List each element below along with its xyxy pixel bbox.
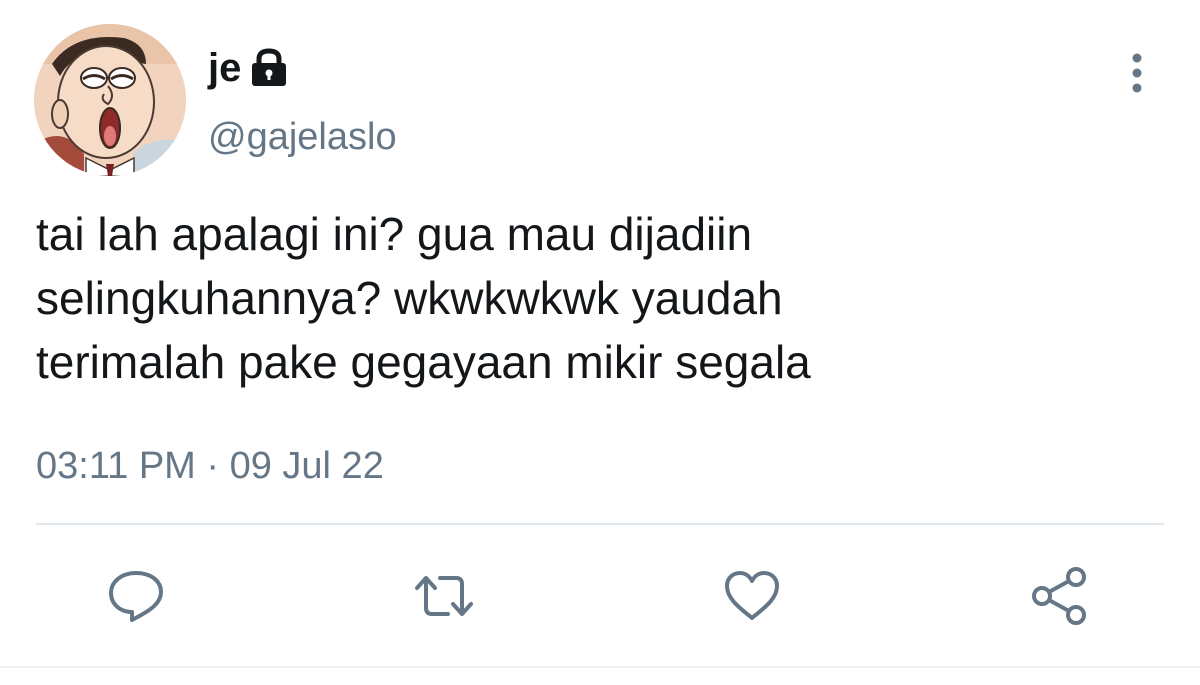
like-button[interactable] — [722, 570, 782, 626]
reply-button[interactable] — [106, 570, 166, 626]
display-name[interactable]: je — [208, 44, 241, 92]
lock-icon — [249, 48, 289, 88]
user-handle[interactable]: @gajelaslo — [208, 114, 397, 160]
tweet-card: je @gajelaslo tai lah apalagi ini? gua m… — [0, 0, 1200, 685]
reply-icon — [107, 568, 165, 629]
tweet-timestamp[interactable]: 03:11 PM · 09 Jul 22 — [36, 442, 384, 490]
avatar[interactable] — [34, 24, 186, 176]
share-button[interactable] — [1030, 566, 1090, 626]
user-name-row: je — [208, 44, 289, 92]
share-icon — [1028, 566, 1092, 631]
retweet-button[interactable] — [414, 570, 474, 626]
avatar-image — [34, 24, 186, 176]
bottom-divider — [0, 666, 1200, 668]
more-vertical-icon[interactable] — [1122, 52, 1152, 96]
retweet-icon — [412, 568, 476, 629]
tweet-text: tai lah apalagi ini? gua mau dijadiin se… — [36, 208, 811, 388]
divider — [36, 523, 1164, 525]
heart-icon — [722, 568, 782, 629]
